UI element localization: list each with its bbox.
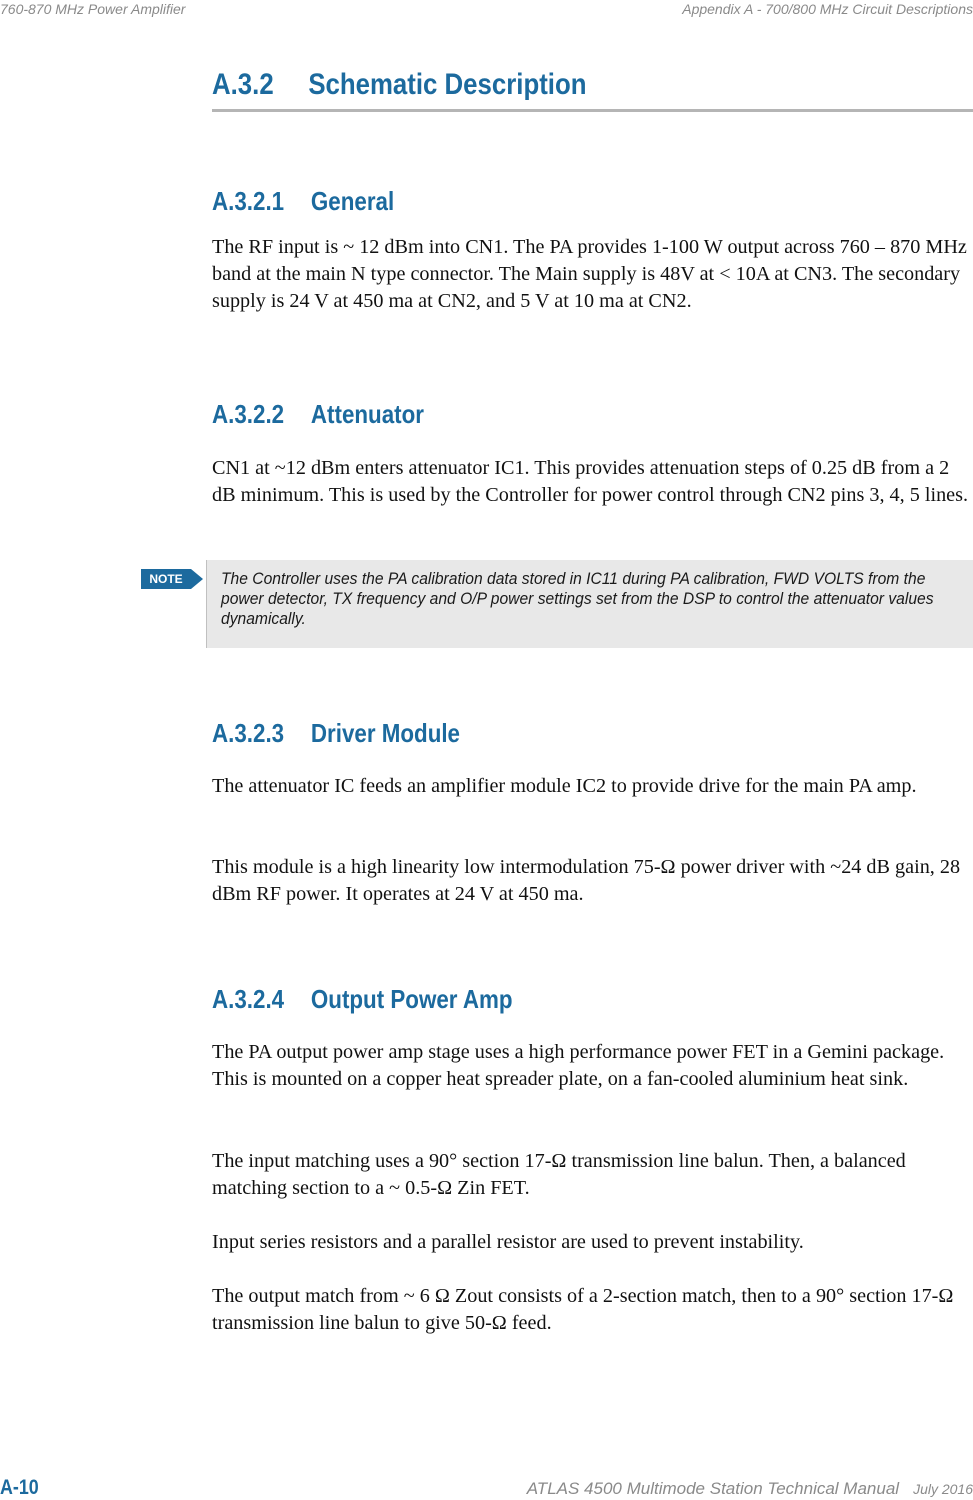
note-text: The Controller uses the PA calibration d… xyxy=(221,569,934,628)
subsection-title: General xyxy=(310,186,395,216)
subsection-heading-general: A.3.2.1 General xyxy=(212,186,394,216)
subsection-number: A.3.2.3 xyxy=(212,718,285,748)
subsection-title: Attenuator xyxy=(310,399,424,429)
note-arrow-icon xyxy=(191,569,203,589)
note-badge: NOTE xyxy=(141,569,203,589)
subsection-number: A.3.2.1 xyxy=(212,186,285,216)
subsection-number: A.3.2.4 xyxy=(212,984,285,1014)
output-amp-paragraph-1: The PA output power amp stage uses a hig… xyxy=(212,1041,945,1090)
manual-title: ATLAS 4500 Multimode Station Technical M… xyxy=(526,1479,900,1498)
output-amp-paragraph-4: The output match from ~ 6 Ω Zout consist… xyxy=(212,1285,954,1334)
subsection-title: Output Power Amp xyxy=(310,984,513,1014)
running-header-right: Appendix A - 700/800 MHz Circuit Descrip… xyxy=(682,1,973,17)
section-title: Schematic Description xyxy=(308,68,587,101)
driver-paragraph-1: The attenuator IC feeds an amplifier mod… xyxy=(212,775,917,797)
subsection-heading-driver-module: A.3.2.3 Driver Module xyxy=(212,718,460,748)
page-number: A-10 xyxy=(0,1476,39,1499)
subsection-heading-output-power-amp: A.3.2.4 Output Power Amp xyxy=(212,984,513,1014)
note-label: NOTE xyxy=(141,569,191,589)
subsection-heading-attenuator: A.3.2.2 Attenuator xyxy=(212,399,424,429)
output-amp-paragraph-3: Input series resistors and a parallel re… xyxy=(212,1231,804,1253)
output-amp-paragraph-2: The input matching uses a 90° section 17… xyxy=(212,1150,906,1199)
section-heading: A.3.2 Schematic Description xyxy=(212,64,866,106)
running-header-left: 760-870 MHz Power Amplifier xyxy=(0,1,186,17)
section-divider xyxy=(212,109,973,112)
footer-title: ATLAS 4500 Multimode Station Technical M… xyxy=(527,1479,973,1499)
attenuator-paragraph-1: CN1 at ~12 dBm enters attenuator IC1. Th… xyxy=(212,457,969,506)
general-paragraph-1: The RF input is ~ 12 dBm into CN1. The P… xyxy=(212,236,967,312)
section-number: A.3.2 xyxy=(212,68,274,101)
driver-paragraph-2: This module is a high linearity low inte… xyxy=(212,856,961,905)
publication-date: July 2016 xyxy=(913,1481,973,1497)
subsection-number: A.3.2.2 xyxy=(212,399,285,429)
subsection-title: Driver Module xyxy=(310,718,461,748)
note-box: The Controller uses the PA calibration d… xyxy=(206,560,973,648)
